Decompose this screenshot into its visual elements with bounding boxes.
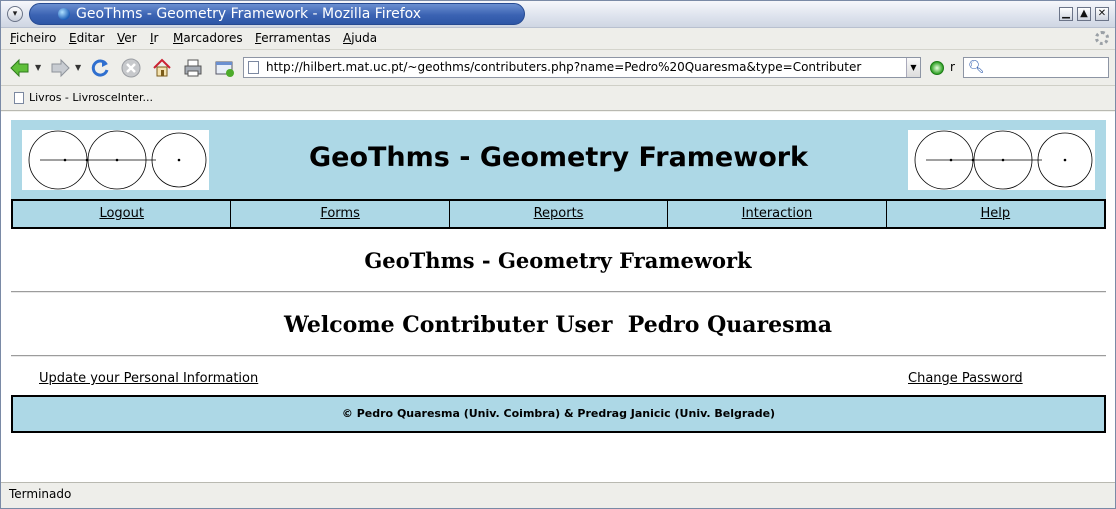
site-header: GeoThms - Geometry Framework [11,120,1106,200]
throbber-icon [1095,31,1109,45]
bookmark-page-icon [14,92,24,104]
url-text[interactable]: http://hilbert.mat.uc.pt/~geothms/contri… [266,60,861,74]
search-input[interactable]: 🔍︎ [963,57,1109,78]
status-text: Terminado [9,487,72,501]
nav-logout[interactable]: Logout [13,201,232,227]
geometry-logo-right [908,130,1095,190]
menu-bookmarks[interactable]: Marcadores [173,31,243,45]
status-bar: Terminado [1,482,1115,508]
page-icon [248,61,259,74]
reload-icon[interactable] [89,57,111,79]
maximize-button[interactable]: ▲ [1077,7,1091,21]
browser-window: ▾ GeoThms - Geometry Framework - Mozilla… [0,0,1116,509]
minimize-button[interactable]: ▁ [1059,7,1073,21]
menu-view[interactable]: Ver [117,31,137,45]
stop-icon[interactable] [120,57,142,79]
new-window-icon[interactable] [213,57,235,79]
print-icon[interactable] [182,57,204,79]
menu-tools[interactable]: Ferramentas [255,31,331,45]
go-icon[interactable] [930,61,944,75]
divider [11,291,1106,293]
menu-file[interactable]: Ficheiro [10,31,56,45]
nav-logout-label[interactable]: Logout [99,206,144,221]
title-bar: ▾ GeoThms - Geometry Framework - Mozilla… [1,1,1115,28]
nav-forms[interactable]: Forms [231,201,450,227]
bookmark-item[interactable]: Livros - LivrosceInter... [29,91,153,104]
site-footer: © Pedro Quaresma (Univ. Coimbra) & Predr… [11,395,1106,433]
menu-edit[interactable]: Editar [69,31,105,45]
go-label[interactable]: r [950,60,955,74]
search-icon[interactable]: 🔍︎ [968,60,985,75]
nav-help-label[interactable]: Help [981,206,1011,221]
nav-interaction-label[interactable]: Interaction [742,206,813,221]
nav-forms-label[interactable]: Forms [320,206,360,221]
nav-help[interactable]: Help [887,201,1104,227]
forward-arrow-icon[interactable] [49,57,71,79]
url-dropdown-icon[interactable]: ▼ [906,58,920,77]
menu-go[interactable]: Ir [150,31,158,45]
page-heading: GeoThms - Geometry Framework [364,248,752,273]
nav-interaction[interactable]: Interaction [668,201,887,227]
firefox-globe-icon [58,8,70,20]
menu-help[interactable]: Ajuda [343,31,377,45]
window-menu-button[interactable]: ▾ [7,6,23,22]
welcome-message: Welcome Contributer User Pedro Quaresma [283,312,832,338]
nav-reports-label[interactable]: Reports [534,206,584,221]
close-button[interactable]: ✕ [1095,7,1109,21]
back-arrow-icon[interactable] [9,57,31,79]
home-icon[interactable] [151,57,173,79]
divider [11,355,1106,357]
page-content: GeoThms - Geometry Framework Logout Form… [1,112,1115,482]
back-dropdown-icon[interactable]: ▼ [35,63,41,72]
navigation-toolbar: ▼ ▼ http://hilbert.mat.uc.pt/~geothms/co… [1,50,1115,86]
site-nav: Logout Forms Reports Interaction Help [11,199,1106,229]
address-bar[interactable]: http://hilbert.mat.uc.pt/~geothms/contri… [243,57,921,78]
window-title: GeoThms - Geometry Framework - Mozilla F… [76,6,422,22]
menu-bar: Ficheiro Editar Ver Ir Marcadores Ferram… [1,28,1115,50]
title-pill: GeoThms - Geometry Framework - Mozilla F… [29,3,525,25]
forward-dropdown-icon[interactable]: ▼ [75,63,81,72]
nav-reports[interactable]: Reports [450,201,669,227]
update-personal-info-link[interactable]: Update your Personal Information [39,371,258,386]
bookmarks-toolbar: Livros - LivrosceInter... [1,86,1115,111]
change-password-link[interactable]: Change Password [908,371,1023,386]
